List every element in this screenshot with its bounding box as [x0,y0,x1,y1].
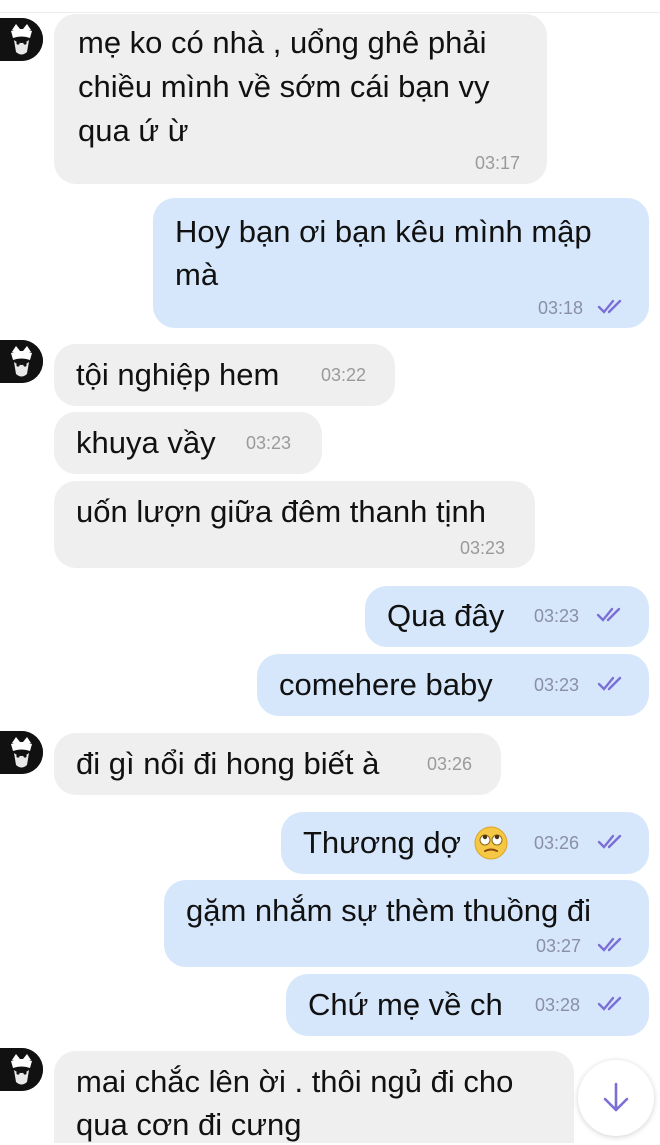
double-check-icon [597,299,622,314]
message-time: 03:26 [534,833,580,853]
message-bubble-incoming[interactable]: tội nghiệp hem 03:22 [54,344,395,406]
message-text: chiều mình về sớm cái bạn vy [78,69,490,104]
message-bubble-outgoing[interactable]: comehere baby 03:23 [257,654,649,716]
message-text: qua cơn đi cưng [76,1107,302,1142]
double-check-icon [596,607,621,622]
double-check-icon [597,937,622,952]
message-time: 03:23 [534,675,580,695]
message-text: đi gì nổi đi hong biết à [76,746,380,781]
message-time: 03:23 [246,433,292,453]
masked-cat-avatar-icon [0,1048,43,1091]
double-check-icon [597,996,622,1011]
message-text: khuya vầy [76,425,216,460]
message-text: uốn lượn giữa đêm thanh tịnh [76,494,486,529]
message-bubble-incoming[interactable]: mai chắc lên ời . thôi ngủ đi cho qua cơ… [54,1051,574,1143]
message-text: Chứ mẹ về ch [308,987,503,1022]
masked-cat-avatar-icon [0,18,43,61]
avatar[interactable] [0,18,43,61]
message-bubble-outgoing[interactable]: Chứ mẹ về ch 03:28 [286,974,649,1036]
message-bubble-outgoing[interactable]: Thương dợ 03:26 [281,812,649,874]
message-bubble-incoming[interactable]: đi gì nổi đi hong biết à 03:26 [54,733,501,795]
message-text: tội nghiệp hem [76,357,280,392]
message-text: comehere baby [279,667,493,702]
masked-cat-avatar-icon [0,731,43,774]
rolling-eyes-emoji [474,826,508,860]
message-time: 03:23 [460,538,506,558]
arrow-down-icon [603,1082,629,1112]
message-bubble-incoming[interactable]: mẹ ko có nhà , uổng ghê phải chiều mình … [54,14,547,184]
message-text: Qua đây [387,598,505,633]
top-edge [0,0,660,13]
message-text: mẹ ko có nhà , uổng ghê phải [78,25,487,60]
message-time: 03:22 [321,365,367,385]
double-check-icon [597,834,622,849]
message-time: 03:18 [538,298,584,318]
message-text: mai chắc lên ời . thôi ngủ đi cho [76,1064,514,1099]
double-check-icon [597,676,622,691]
message-bubble-incoming[interactable]: khuya vầy 03:23 [54,412,322,474]
message-text: Hoy bạn ơi bạn kêu mình mập [175,214,592,249]
avatar[interactable] [0,1048,43,1091]
avatar[interactable] [0,731,43,774]
message-bubble-outgoing[interactable]: Hoy bạn ơi bạn kêu mình mập mà 03:18 [153,198,649,328]
message-text: gặm nhắm sự thèm thuồng đi [186,893,592,928]
avatar[interactable] [0,340,43,383]
scroll-to-bottom-button[interactable] [578,1060,654,1136]
message-time: 03:28 [535,995,581,1015]
masked-cat-avatar-icon [0,340,43,383]
message-bubble-outgoing[interactable]: Qua đây 03:23 [365,586,649,647]
message-text: mà [175,257,219,292]
message-time: 03:17 [475,153,521,173]
message-bubble-incoming[interactable]: uốn lượn giữa đêm thanh tịnh 03:23 [54,481,535,568]
message-time: 03:26 [427,754,473,774]
message-time: 03:27 [536,936,582,956]
message-text: qua ứ ừ [78,113,189,148]
message-bubble-outgoing[interactable]: gặm nhắm sự thèm thuồng đi 03:27 [164,880,649,967]
message-text: Thương dợ [303,825,461,860]
message-time: 03:23 [534,606,580,626]
